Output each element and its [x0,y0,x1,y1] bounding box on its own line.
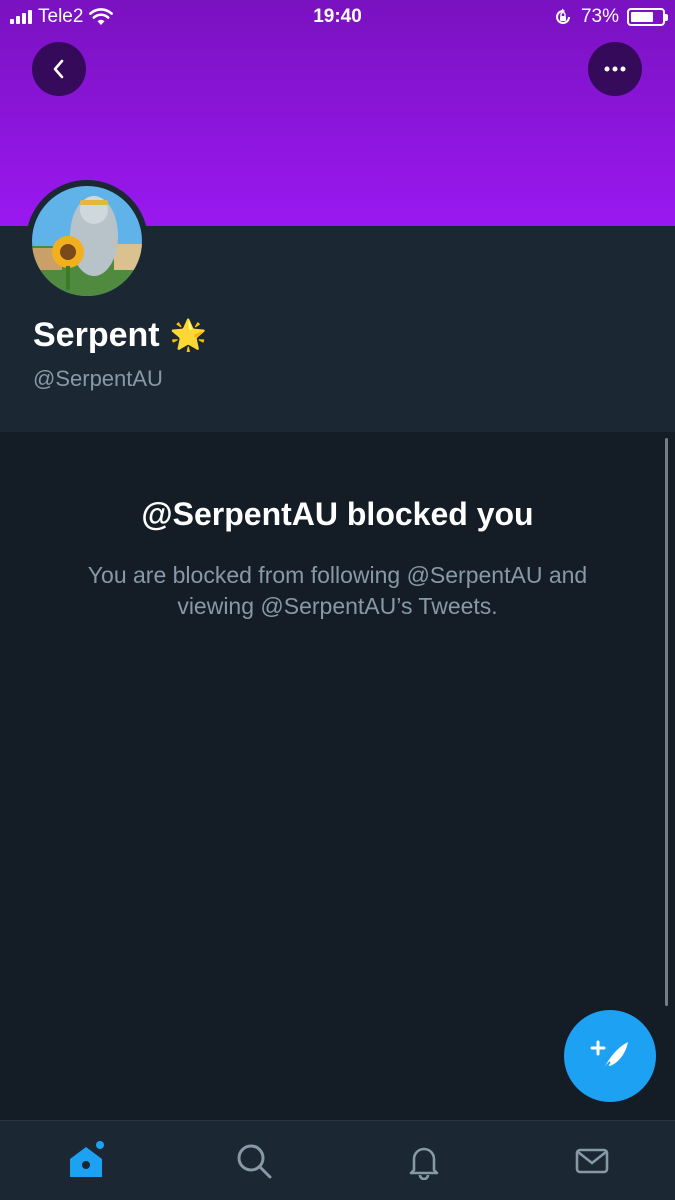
tab-home[interactable] [64,1139,108,1183]
battery-percent: 73% [580,6,619,27]
avatar[interactable] [26,180,148,302]
battery-icon [627,8,668,26]
profile-name-text: Serpent [33,316,160,354]
bottom-tab-bar [0,1120,675,1200]
blocked-title: @SerpentAU blocked you [141,496,534,532]
compose-tweet-icon [590,1040,628,1075]
star-emoji: 🌟 [169,319,207,352]
back-button[interactable] [32,42,86,96]
more-options-button[interactable] [588,42,642,96]
ellipsis-icon [604,66,626,72]
avatar-image [32,186,142,296]
bell-icon [409,1147,439,1180]
compose-tweet-button[interactable] [564,1010,656,1102]
tab-messages[interactable] [570,1139,614,1183]
profile-handle: @SerpentAU [33,366,163,391]
profile-name: Serpent 🌟 [33,316,207,355]
battery-level [631,12,653,22]
status-right: 73% [553,6,668,28]
blocked-message: You are blocked from following @SerpentA… [87,562,588,619]
home-icon [70,1141,104,1177]
profile-content [0,432,675,1120]
tab-notifications[interactable] [402,1139,446,1183]
status-bar: Tele2 19:40 73% [0,0,675,34]
tab-search[interactable] [232,1139,276,1183]
mail-icon [575,1148,609,1174]
rotation-lock-icon [556,8,570,24]
search-icon [237,1144,272,1179]
chevron-left-icon [53,59,64,79]
